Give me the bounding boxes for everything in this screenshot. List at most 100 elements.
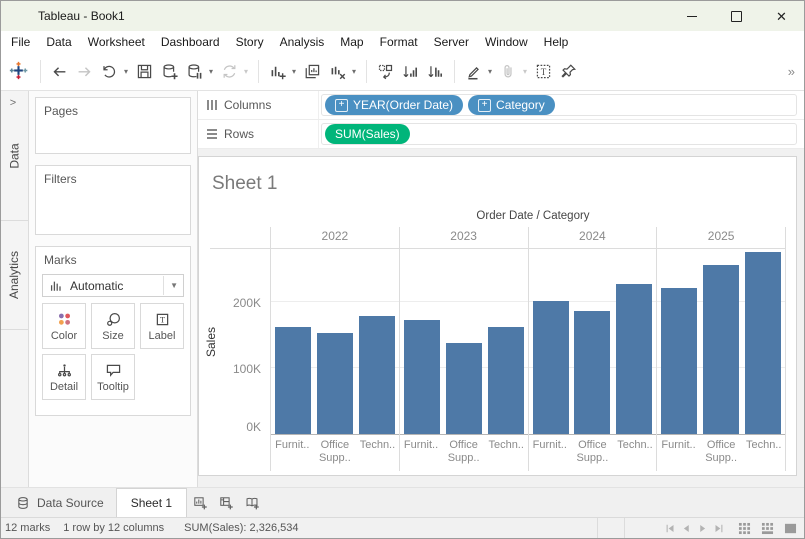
new-data-source-button[interactable]: [157, 58, 182, 85]
minimize-button[interactable]: [669, 1, 714, 31]
close-button[interactable]: ✕: [759, 1, 804, 31]
group-members-dropdown-caret[interactable]: ▾: [523, 67, 531, 76]
swap-rows-columns-button[interactable]: [373, 58, 398, 85]
color-button[interactable]: Color: [42, 303, 86, 349]
menu-item-server[interactable]: Server: [426, 31, 477, 53]
menu-item-worksheet[interactable]: Worksheet: [80, 31, 153, 53]
bar-2022-furniture[interactable]: [275, 327, 311, 434]
prev-button[interactable]: [679, 521, 694, 536]
maximize-button[interactable]: [714, 1, 759, 31]
category-label-technology[interactable]: Techn..: [356, 435, 399, 471]
run-update-dropdown-caret[interactable]: ▾: [244, 67, 252, 76]
bar-2024-technology[interactable]: [616, 284, 652, 434]
menu-bar: FileDataWorksheetDashboardStoryAnalysisM…: [1, 31, 804, 53]
duplicate-sheet-button[interactable]: [300, 58, 325, 85]
fit-grid-button[interactable]: [759, 520, 776, 537]
show-me-grid-button[interactable]: [736, 520, 753, 537]
menu-item-window[interactable]: Window: [477, 31, 536, 53]
bar-2023-office-supplies[interactable]: [446, 343, 482, 434]
mark-type-dropdown[interactable]: Automatic ▼: [42, 274, 184, 297]
tab-data-source[interactable]: Data Source: [3, 488, 116, 517]
clear-sheet-button[interactable]: [325, 58, 350, 85]
category-label-office-supplies[interactable]: OfficeSupp..: [571, 435, 614, 471]
menu-item-dashboard[interactable]: Dashboard: [153, 31, 228, 53]
new-worksheet-button[interactable]: [265, 58, 290, 85]
year-header-label[interactable]: 2022: [271, 227, 399, 249]
sort-ascending-button[interactable]: [398, 58, 423, 85]
menu-item-file[interactable]: File: [3, 31, 38, 53]
expand-pane-chevron-icon[interactable]: >: [5, 95, 21, 111]
undo-button[interactable]: [47, 58, 72, 85]
last-button[interactable]: [711, 521, 726, 536]
bar-2022-technology[interactable]: [359, 316, 395, 434]
clear-sheet-dropdown-caret[interactable]: ▾: [352, 67, 360, 76]
expand-hierarchy-icon[interactable]: +: [478, 99, 491, 112]
category-label-technology[interactable]: Techn..: [614, 435, 657, 471]
bar-2024-office-supplies[interactable]: [574, 311, 610, 434]
presentation-button[interactable]: [782, 520, 799, 537]
rows-shelf[interactable]: SUM(Sales): [321, 123, 797, 145]
save-button[interactable]: [132, 58, 157, 85]
year-header-label[interactable]: 2025: [657, 227, 785, 249]
category-label-furniture[interactable]: Furnit..: [271, 435, 314, 471]
sort-descending-button[interactable]: [423, 58, 448, 85]
pages-shelf[interactable]: Pages: [35, 97, 191, 154]
pill-category[interactable]: +Category: [468, 95, 555, 115]
filters-shelf[interactable]: Filters: [35, 165, 191, 235]
category-label-technology[interactable]: Techn..: [742, 435, 785, 471]
detail-button[interactable]: Detail: [42, 354, 86, 400]
new-story-tab-button[interactable]: [239, 488, 265, 517]
first-button[interactable]: [663, 521, 678, 536]
tab-data[interactable]: > Data: [1, 91, 28, 221]
category-label-office-supplies[interactable]: OfficeSupp..: [442, 435, 485, 471]
next-button[interactable]: [695, 521, 710, 536]
new-worksheet-dropdown-caret[interactable]: ▾: [292, 67, 300, 76]
menu-item-format[interactable]: Format: [372, 31, 426, 53]
bar-2025-office-supplies[interactable]: [703, 265, 739, 434]
run-update-button[interactable]: [217, 58, 242, 85]
show-mark-labels-button[interactable]: T: [531, 58, 556, 85]
category-label-office-supplies[interactable]: OfficeSupp..: [700, 435, 743, 471]
highlight-dropdown-caret[interactable]: ▾: [488, 67, 496, 76]
group-members-button[interactable]: [496, 58, 521, 85]
category-label-technology[interactable]: Techn..: [485, 435, 528, 471]
redo-button[interactable]: [72, 58, 97, 85]
columns-shelf[interactable]: +YEAR(Order Date)+Category: [321, 94, 797, 116]
expand-hierarchy-icon[interactable]: +: [335, 99, 348, 112]
new-dashboard-tab-button[interactable]: [213, 488, 239, 517]
column-field-header[interactable]: Order Date / Category: [199, 208, 796, 227]
year-header-label[interactable]: 2023: [400, 227, 528, 249]
category-label-furniture[interactable]: Furnit..: [657, 435, 700, 471]
tooltip-button[interactable]: Tooltip: [91, 354, 135, 400]
highlight-button[interactable]: [461, 58, 486, 85]
bar-2022-office-supplies[interactable]: [317, 333, 353, 434]
year-header-label[interactable]: 2024: [529, 227, 657, 249]
category-label-furniture[interactable]: Furnit..: [400, 435, 443, 471]
tab-sheet1[interactable]: Sheet 1: [116, 488, 187, 517]
toolbar-overflow-button[interactable]: »: [788, 64, 798, 79]
pause-auto-updates-button[interactable]: [182, 58, 207, 85]
pause-auto-updates-dropdown-caret[interactable]: ▾: [209, 67, 217, 76]
bar-2025-furniture[interactable]: [661, 288, 697, 434]
size-button[interactable]: Size: [91, 303, 135, 349]
pill-sum-sales-[interactable]: SUM(Sales): [325, 124, 410, 144]
y-axis[interactable]: Sales 0K100K200K: [199, 227, 270, 471]
menu-item-analysis[interactable]: Analysis: [272, 31, 333, 53]
new-worksheet-tab-button[interactable]: [187, 488, 213, 517]
menu-item-story[interactable]: Story: [228, 31, 272, 53]
bar-2024-furniture[interactable]: [533, 301, 569, 434]
fix-axes-button[interactable]: [556, 58, 581, 85]
menu-item-map[interactable]: Map: [332, 31, 371, 53]
bar-2023-technology[interactable]: [488, 327, 524, 434]
bar-2025-technology[interactable]: [745, 252, 781, 434]
category-label-office-supplies[interactable]: OfficeSupp..: [314, 435, 357, 471]
bar-2023-furniture[interactable]: [404, 320, 440, 434]
menu-item-data[interactable]: Data: [38, 31, 79, 53]
tab-analytics[interactable]: Analytics: [1, 221, 28, 330]
category-label-furniture[interactable]: Furnit..: [529, 435, 572, 471]
menu-item-help[interactable]: Help: [536, 31, 577, 53]
replay-dropdown-caret[interactable]: ▾: [124, 67, 132, 76]
pill-year-order-date-[interactable]: +YEAR(Order Date): [325, 95, 463, 115]
replay-button[interactable]: [97, 58, 122, 85]
label-button[interactable]: TLabel: [140, 303, 184, 349]
